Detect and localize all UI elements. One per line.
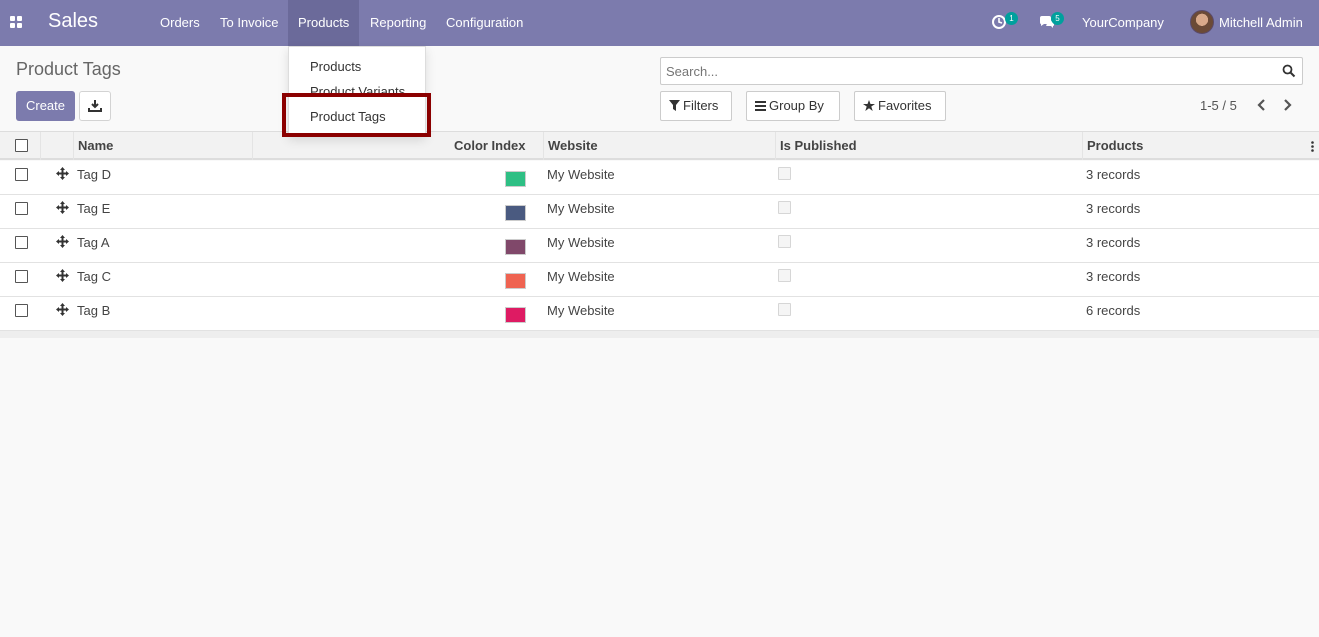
website-cell: My Website [547, 201, 615, 216]
tag-name: Tag D [77, 167, 111, 182]
column-header-website[interactable]: Website [548, 138, 598, 153]
website-cell: My Website [547, 235, 615, 250]
search-icon[interactable] [1282, 64, 1296, 78]
is-published-checkbox [778, 235, 791, 248]
website-cell: My Website [547, 303, 615, 318]
optional-columns-icon[interactable] [1311, 141, 1314, 152]
group-by-button[interactable]: Group By [746, 91, 840, 121]
select-all-checkbox[interactable] [15, 139, 28, 152]
search-bar[interactable] [660, 57, 1303, 85]
row-checkbox[interactable] [15, 236, 28, 249]
is-published-checkbox [778, 269, 791, 282]
table-row[interactable]: Tag D My Website 3 records [0, 161, 1319, 195]
table-footer [0, 331, 1319, 338]
column-header-name[interactable]: Name [78, 138, 113, 153]
download-button[interactable] [79, 91, 111, 121]
row-checkbox[interactable] [15, 270, 28, 283]
column-header-products[interactable]: Products [1087, 138, 1143, 153]
pager-value[interactable]: 1-5 / 5 [1200, 98, 1237, 113]
column-divider [40, 132, 41, 160]
color-swatch[interactable] [505, 205, 526, 221]
column-divider [252, 132, 253, 160]
menu-to-invoice[interactable]: To Invoice [210, 0, 289, 46]
user-menu[interactable]: Mitchell Admin [1219, 15, 1303, 30]
favorites-label: Favorites [878, 98, 932, 113]
filters-label: Filters [683, 98, 719, 113]
products-count: 6 records [1086, 303, 1141, 318]
search-input[interactable] [666, 64, 1266, 79]
column-divider [1082, 132, 1083, 160]
create-button[interactable]: Create [16, 91, 75, 121]
row-checkbox[interactable] [15, 304, 28, 317]
download-icon [88, 100, 102, 112]
activity-count-badge: 1 [1005, 12, 1018, 25]
dropdown-item-products[interactable]: Products [310, 59, 361, 74]
company-switcher[interactable]: YourCompany [1082, 15, 1164, 30]
tag-name: Tag B [77, 303, 111, 318]
filter-funnel-icon [669, 100, 680, 111]
user-avatar[interactable] [1190, 10, 1214, 34]
drag-handle-icon[interactable] [56, 303, 69, 316]
menu-reporting[interactable]: Reporting [360, 0, 436, 46]
apps-grid-icon[interactable] [10, 16, 23, 29]
favorites-button[interactable]: Favorites [854, 91, 946, 121]
chevron-right-icon[interactable] [1282, 98, 1294, 112]
row-checkbox[interactable] [15, 202, 28, 215]
table-row[interactable]: Tag C My Website 3 records [0, 263, 1319, 297]
star-icon [863, 100, 875, 111]
chevron-left-icon[interactable] [1255, 98, 1267, 112]
drag-handle-icon[interactable] [56, 201, 69, 214]
page-title: Product Tags [16, 59, 121, 79]
color-swatch[interactable] [505, 171, 526, 187]
column-header-color-index[interactable]: Color Index [454, 138, 526, 153]
column-divider [775, 132, 776, 160]
products-count: 3 records [1086, 167, 1141, 182]
column-divider [543, 132, 544, 160]
drag-handle-icon[interactable] [56, 269, 69, 282]
group-by-label: Group By [769, 98, 824, 113]
drag-handle-icon[interactable] [56, 235, 69, 248]
app-title: Sales [48, 10, 99, 32]
color-swatch[interactable] [505, 239, 526, 255]
color-swatch[interactable] [505, 307, 526, 323]
tag-name: Tag E [77, 201, 111, 216]
products-count: 3 records [1086, 269, 1141, 284]
is-published-checkbox [778, 201, 791, 214]
column-header-is-published[interactable]: Is Published [780, 138, 857, 153]
column-divider [73, 132, 74, 160]
menu-orders[interactable]: Orders [150, 0, 210, 46]
drag-handle-icon[interactable] [56, 167, 69, 180]
table-row[interactable]: Tag B My Website 6 records [0, 297, 1319, 331]
group-by-bars-icon [755, 101, 766, 111]
table-row[interactable]: Tag E My Website 3 records [0, 195, 1319, 229]
color-swatch[interactable] [505, 273, 526, 289]
tag-name: Tag A [77, 235, 110, 250]
is-published-checkbox [778, 167, 791, 180]
top-navbar: Sales Orders To Invoice Products Reporti… [0, 0, 1319, 46]
table-header: Name Color Index Website Is Published Pr… [0, 131, 1319, 160]
products-count: 3 records [1086, 201, 1141, 216]
products-count: 3 records [1086, 235, 1141, 250]
table-row[interactable]: Tag A My Website 3 records [0, 229, 1319, 263]
tag-name: Tag C [77, 269, 111, 284]
is-published-checkbox [778, 303, 791, 316]
website-cell: My Website [547, 167, 615, 182]
filters-button[interactable]: Filters [660, 91, 732, 121]
highlight-annotation-box [282, 93, 431, 137]
menu-configuration[interactable]: Configuration [436, 0, 533, 46]
website-cell: My Website [547, 269, 615, 284]
menu-products[interactable]: Products [288, 0, 360, 46]
row-checkbox[interactable] [15, 168, 28, 181]
messages-count-badge: 5 [1051, 12, 1064, 25]
